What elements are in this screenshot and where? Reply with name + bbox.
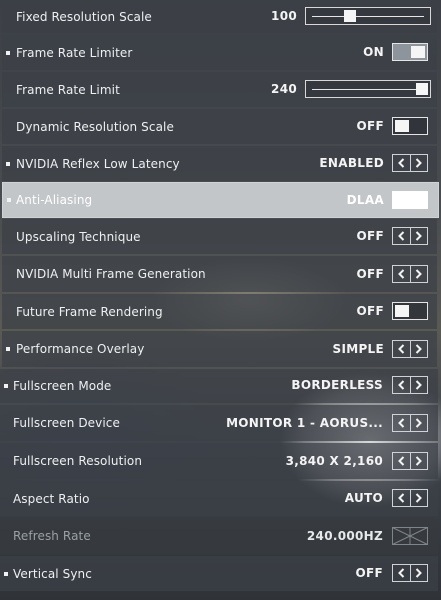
changed-indicator [4,571,8,576]
chevron-right-icon[interactable] [409,490,428,506]
setting-value: AUTO [344,491,383,505]
setting-value: SIMPLE [332,342,384,356]
changed-indicator [4,384,8,388]
row-refresh-rate: Refresh Rate 240.000HZ [0,517,441,555]
option-stepper[interactable] [392,489,428,507]
chevron-right-icon[interactable] [409,228,428,244]
option-stepper[interactable] [392,265,428,283]
row-fixed-resolution-scale[interactable]: Fixed Resolution Scale 100 [0,0,441,34]
option-stepper[interactable] [392,376,428,394]
option-stepper[interactable] [392,414,428,432]
row-performance-overlay[interactable]: Performance Overlay SIMPLE [0,330,441,368]
chevron-right-icon[interactable] [409,341,428,357]
setting-value: 240.000HZ [306,529,383,543]
setting-value: OFF [356,229,384,243]
setting-value: 240 [271,82,297,96]
setting-label: Upscaling Technique [16,229,141,244]
setting-label: Refresh Rate [13,529,91,543]
setting-value: 100 [271,9,297,23]
option-stepper[interactable] [392,227,428,245]
setting-label: Fullscreen Device [13,416,120,430]
disabled-cross-icon [392,527,428,545]
settings-list: Fixed Resolution Scale 100 Frame Rate Li… [0,0,441,600]
setting-label: Fullscreen Mode [13,379,112,393]
option-stepper[interactable] [392,154,428,172]
setting-label: Performance Overlay [16,342,145,356]
setting-value: OFF [356,119,384,133]
changed-indicator [6,161,10,166]
chevron-left-icon[interactable] [393,565,410,581]
chevron-right-icon[interactable] [409,453,428,469]
setting-value: OFF [356,267,384,281]
setting-label: Aspect Ratio [13,491,90,506]
chevron-left-icon[interactable] [393,453,410,469]
chevron-left-icon[interactable] [393,341,410,357]
changed-indicator [7,198,11,202]
chevron-left-icon[interactable] [393,266,410,282]
setting-label: NVIDIA Reflex Low Latency [16,156,180,171]
row-fullscreen-device[interactable]: Fullscreen Device MONITOR 1 - AORUS... [0,404,441,442]
setting-value: BORDERLESS [291,378,383,392]
chevron-right-icon[interactable] [409,415,428,431]
row-vertical-sync[interactable]: Vertical Sync OFF [0,555,441,592]
row-fullscreen-mode[interactable]: Fullscreen Mode BORDERLESS [0,368,441,404]
setting-label: Fullscreen Resolution [13,454,143,468]
row-nvidia-reflex[interactable]: NVIDIA Reflex Low Latency ENABLED [0,145,441,182]
setting-value: ENABLED [319,156,384,170]
frame-rate-limiter-toggle[interactable] [392,43,428,61]
dynamic-resolution-toggle[interactable] [392,117,428,135]
frame-rate-limit-slider[interactable] [305,80,431,98]
setting-value: OFF [356,304,384,318]
chevron-left-icon[interactable] [393,228,410,244]
row-anti-aliasing[interactable]: Anti-Aliasing DLAA [0,182,441,218]
slider-thumb[interactable] [344,10,356,22]
setting-label: Frame Rate Limiter [16,45,133,60]
chevron-left-icon[interactable] [393,490,410,506]
anti-aliasing-selector[interactable] [392,191,428,209]
option-stepper[interactable] [392,452,428,470]
chevron-right-icon[interactable] [409,266,428,282]
setting-value: ON [363,45,384,59]
chevron-left-icon[interactable] [393,377,410,393]
slider-thumb[interactable] [416,83,428,95]
chevron-right-icon[interactable] [409,377,428,393]
chevron-left-icon[interactable] [393,415,410,431]
option-stepper[interactable] [392,340,428,358]
row-frame-rate-limit[interactable]: Frame Rate Limit 240 [0,71,441,108]
setting-value: 3,840 X 2,160 [285,454,383,468]
changed-indicator [6,347,10,351]
setting-value: MONITOR 1 - AORUS... [226,416,383,430]
future-frame-rendering-toggle[interactable] [392,302,428,320]
row-frame-rate-limiter[interactable]: Frame Rate Limiter ON [0,34,441,71]
resolution-scale-slider[interactable] [305,7,431,25]
row-dynamic-resolution-scale[interactable]: Dynamic Resolution Scale OFF [0,108,441,145]
row-aspect-ratio[interactable]: Aspect Ratio AUTO [0,480,441,517]
setting-label: Fixed Resolution Scale [16,10,152,24]
setting-value: OFF [355,566,383,580]
option-stepper[interactable] [392,564,428,582]
row-upscaling-technique[interactable]: Upscaling Technique OFF [0,218,441,255]
row-multi-frame-generation[interactable]: NVIDIA Multi Frame Generation OFF [0,255,441,293]
row-future-frame-rendering[interactable]: Future Frame Rendering OFF [0,293,441,330]
setting-label: Vertical Sync [13,566,92,581]
setting-label: Anti-Aliasing [16,193,93,207]
setting-label: Frame Rate Limit [16,82,120,97]
setting-label: NVIDIA Multi Frame Generation [16,267,206,281]
setting-value: DLAA [346,193,384,207]
chevron-left-icon[interactable] [393,155,410,171]
row-fullscreen-resolution[interactable]: Fullscreen Resolution 3,840 X 2,160 [0,442,441,480]
chevron-right-icon[interactable] [409,155,428,171]
changed-indicator [6,50,10,55]
setting-label: Dynamic Resolution Scale [16,119,174,134]
setting-label: Future Frame Rendering [16,304,163,319]
chevron-right-icon[interactable] [409,565,428,581]
